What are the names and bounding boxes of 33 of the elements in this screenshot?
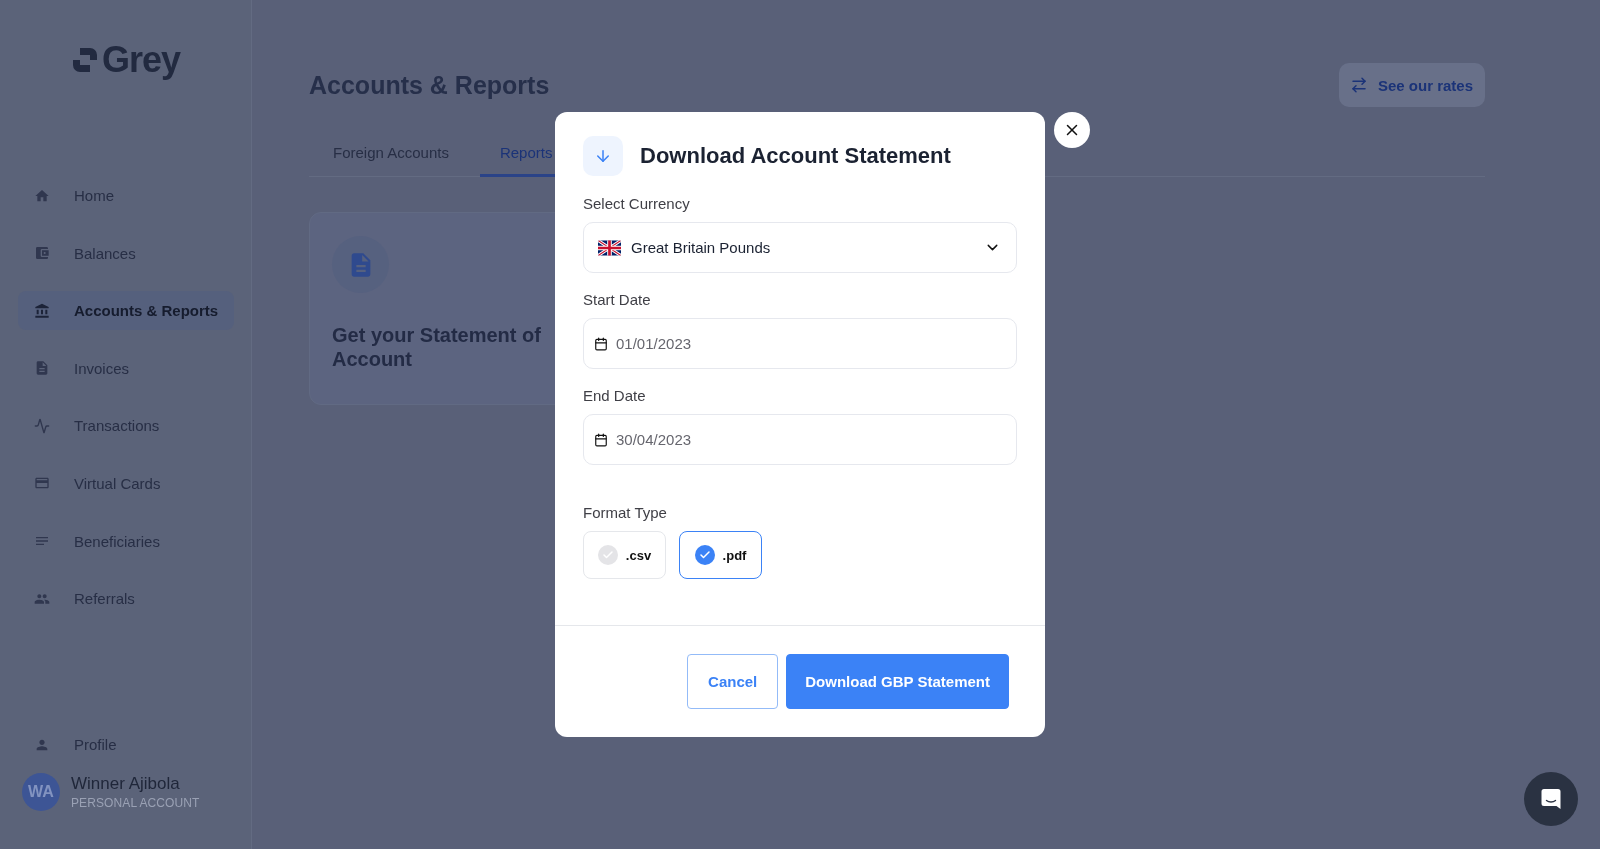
wallet-icon: [34, 245, 50, 262]
user-name: Winner Ajibola: [71, 774, 181, 794]
bank-icon: [34, 302, 50, 319]
document-icon: [34, 360, 50, 377]
check-circle-icon: [694, 545, 715, 565]
date-field[interactable]: 30/04/2023: [583, 414, 1017, 465]
field-label: End Date: [583, 386, 647, 406]
field-label: Start Date: [583, 290, 652, 310]
download-icon: [583, 136, 623, 176]
modal-title: Download Account Statement: [640, 143, 951, 169]
date-field[interactable]: 01/01/2023: [583, 318, 1017, 369]
home-icon: [34, 187, 50, 204]
calendar-icon: [594, 336, 608, 351]
card-title: Get your Statement of Account: [332, 323, 542, 371]
pulse-icon: [34, 417, 50, 434]
rates-button[interactable]: See our rates: [1338, 63, 1485, 107]
download-button[interactable]: Download GBP Statement: [786, 654, 1009, 709]
nav-item[interactable]: Accounts & Reports: [18, 291, 234, 331]
flag-icon: [598, 239, 621, 256]
field-label: Select Currency: [583, 194, 691, 214]
swap-icon: [1349, 76, 1368, 94]
check-circle-icon: [597, 545, 618, 565]
user-avatar: WA: [22, 773, 60, 811]
logo-icon: [71, 47, 98, 73]
cancel-button[interactable]: Cancel: [687, 654, 779, 709]
format-option[interactable]: .csv: [583, 531, 666, 579]
currency-select[interactable]: Great Britain Pounds: [583, 222, 1017, 273]
field-label: Format Type: [583, 503, 668, 523]
chat-icon: [1539, 787, 1563, 811]
format-option[interactable]: .pdf: [679, 531, 762, 579]
account-type: PERSONAL ACCOUNT: [71, 796, 200, 810]
calendar-icon: [594, 432, 608, 447]
logo-text: Grey: [101, 42, 181, 78]
